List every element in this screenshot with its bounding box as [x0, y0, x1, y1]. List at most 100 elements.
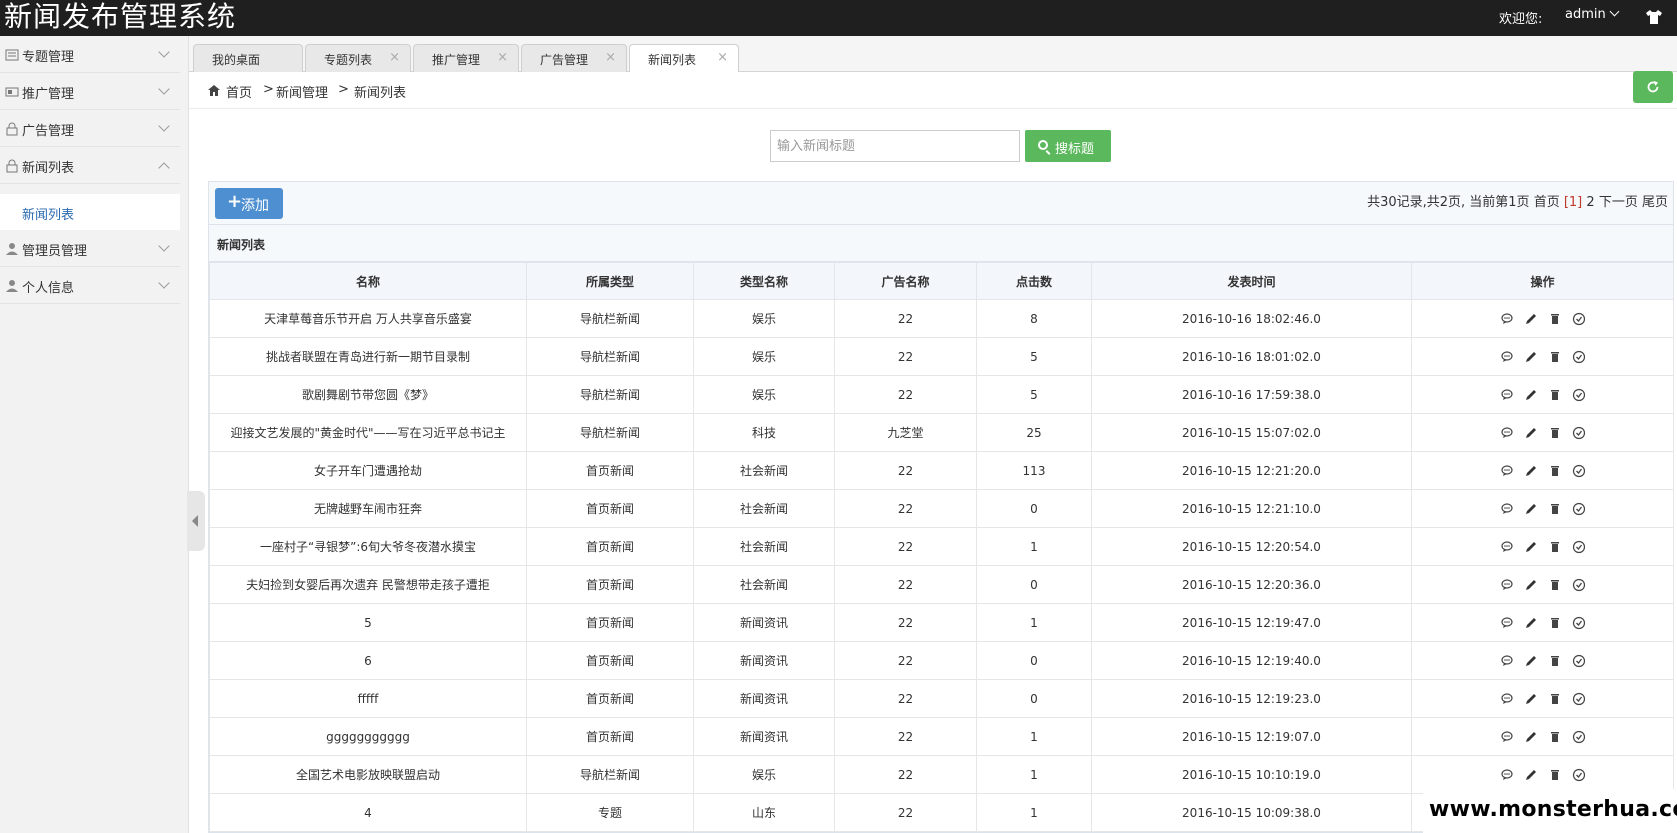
delete-icon[interactable] — [1548, 540, 1562, 554]
user-menu[interactable]: admin — [1565, 6, 1620, 22]
delete-icon[interactable] — [1548, 350, 1562, 364]
check-icon[interactable] — [1572, 312, 1586, 326]
search-button[interactable]: 搜标题 — [1025, 130, 1111, 162]
close-icon[interactable]: × — [717, 50, 728, 65]
comment-icon[interactable] — [1500, 768, 1514, 782]
comment-icon[interactable] — [1500, 350, 1514, 364]
edit-icon[interactable] — [1524, 616, 1538, 630]
table-cell[interactable]: ggggggggggg — [209, 717, 527, 756]
tab-promotion[interactable]: 推广管理 × — [413, 44, 519, 72]
edit-icon[interactable] — [1524, 540, 1538, 554]
comment-icon[interactable] — [1500, 616, 1514, 630]
delete-icon[interactable] — [1548, 426, 1562, 440]
comment-icon[interactable] — [1500, 502, 1514, 516]
check-icon[interactable] — [1572, 692, 1586, 706]
close-icon[interactable]: × — [605, 50, 616, 65]
close-icon[interactable]: × — [389, 50, 400, 65]
delete-icon[interactable] — [1548, 692, 1562, 706]
comment-icon[interactable] — [1500, 654, 1514, 668]
check-icon[interactable] — [1572, 502, 1586, 516]
delete-icon[interactable] — [1548, 768, 1562, 782]
tab-desktop[interactable]: 我的桌面 — [193, 44, 303, 72]
tab-ads[interactable]: 广告管理 × — [521, 44, 627, 72]
check-icon[interactable] — [1572, 464, 1586, 478]
first-page-link[interactable]: 首页 — [1534, 195, 1560, 210]
sidebar-item-profile[interactable]: 个人信息 — [0, 267, 180, 304]
delete-icon[interactable] — [1548, 616, 1562, 630]
edit-icon[interactable] — [1524, 692, 1538, 706]
delete-icon[interactable] — [1548, 312, 1562, 326]
refresh-button[interactable] — [1633, 71, 1673, 103]
table-cell: 22 — [834, 603, 977, 642]
sidebar-collapse-handle[interactable] — [187, 491, 205, 551]
edit-icon[interactable] — [1524, 654, 1538, 668]
comment-icon[interactable] — [1500, 464, 1514, 478]
sidebar-item-topics[interactable]: 专题管理 — [0, 36, 180, 73]
delete-icon[interactable] — [1548, 578, 1562, 592]
table-cell[interactable]: 女子开车门遭遇抢劫 — [209, 451, 527, 490]
check-icon[interactable] — [1572, 768, 1586, 782]
table-cell: 导航栏新闻 — [526, 337, 694, 376]
page-2-link[interactable]: 2 — [1586, 195, 1594, 210]
close-icon[interactable]: × — [497, 50, 508, 65]
sidebar-item-news[interactable]: 新闻列表 — [0, 147, 180, 184]
delete-icon[interactable] — [1548, 502, 1562, 516]
table-cell[interactable]: 全国艺术电影放映联盟启动 — [209, 755, 527, 794]
edit-icon[interactable] — [1524, 502, 1538, 516]
edit-icon[interactable] — [1524, 464, 1538, 478]
tab-topic-list[interactable]: 专题列表 × — [305, 44, 411, 72]
edit-icon[interactable] — [1524, 388, 1538, 402]
check-icon[interactable] — [1572, 730, 1586, 744]
skin-shirt-icon[interactable] — [1645, 8, 1663, 26]
comment-icon[interactable] — [1500, 692, 1514, 706]
breadcrumb-home[interactable]: 首页 — [226, 82, 252, 101]
check-icon[interactable] — [1572, 616, 1586, 630]
edit-icon[interactable] — [1524, 426, 1538, 440]
delete-icon[interactable] — [1548, 464, 1562, 478]
check-icon[interactable] — [1572, 350, 1586, 364]
check-icon[interactable] — [1572, 578, 1586, 592]
table-cell[interactable]: 5 — [209, 603, 527, 642]
check-icon[interactable] — [1572, 654, 1586, 668]
table-cell[interactable]: 天津草莓音乐节开启 万人共享音乐盛宴 — [209, 299, 527, 338]
list-icon — [5, 49, 19, 61]
table-cell[interactable]: 夫妇捡到女婴后再次遗弃 民警想带走孩子遭拒 — [209, 565, 527, 604]
table-cell: 22 — [834, 451, 977, 490]
add-button[interactable]: + 添加 — [215, 188, 283, 219]
sidebar-item-ads[interactable]: 广告管理 — [0, 110, 180, 147]
check-icon[interactable] — [1572, 426, 1586, 440]
table-cell[interactable]: fffff — [209, 679, 527, 718]
next-page-link[interactable]: 下一页 — [1599, 195, 1638, 210]
edit-icon[interactable] — [1524, 312, 1538, 326]
table-cell[interactable]: 6 — [209, 641, 527, 680]
table-cell[interactable]: 无牌越野车闹市狂奔 — [209, 489, 527, 528]
current-page-link[interactable]: [1] — [1564, 195, 1582, 210]
check-icon[interactable] — [1572, 388, 1586, 402]
tab-news-list[interactable]: 新闻列表 × — [629, 44, 739, 73]
sidebar-item-promotion[interactable]: 推广管理 — [0, 73, 180, 110]
delete-icon[interactable] — [1548, 730, 1562, 744]
comment-icon[interactable] — [1500, 730, 1514, 744]
comment-icon[interactable] — [1500, 312, 1514, 326]
edit-icon[interactable] — [1524, 730, 1538, 744]
table-cell[interactable]: 歌剧舞剧节带您圆《梦》 — [209, 375, 527, 414]
table-cell[interactable]: 一座村子“寻银梦”:6旬大爷冬夜潜水摸宝 — [209, 527, 527, 566]
sidebar-subitem-news-list[interactable]: 新闻列表 — [0, 194, 180, 230]
edit-icon[interactable] — [1524, 350, 1538, 364]
search-input[interactable] — [770, 130, 1020, 162]
comment-icon[interactable] — [1500, 578, 1514, 592]
table-cell[interactable]: 迎接文艺发展的"黄金时代"——写在习近平总书记主 — [209, 413, 527, 452]
edit-icon[interactable] — [1524, 768, 1538, 782]
last-page-link[interactable]: 尾页 — [1642, 195, 1668, 210]
edit-icon[interactable] — [1524, 578, 1538, 592]
breadcrumb-news-management[interactable]: 新闻管理 — [276, 82, 328, 101]
delete-icon[interactable] — [1548, 654, 1562, 668]
table-cell[interactable]: 挑战者联盟在青岛进行新一期节目录制 — [209, 337, 527, 376]
sidebar-item-admins[interactable]: 管理员管理 — [0, 230, 180, 267]
comment-icon[interactable] — [1500, 426, 1514, 440]
comment-icon[interactable] — [1500, 388, 1514, 402]
check-icon[interactable] — [1572, 540, 1586, 554]
comment-icon[interactable] — [1500, 540, 1514, 554]
table-cell[interactable]: 4 — [209, 793, 527, 832]
delete-icon[interactable] — [1548, 388, 1562, 402]
